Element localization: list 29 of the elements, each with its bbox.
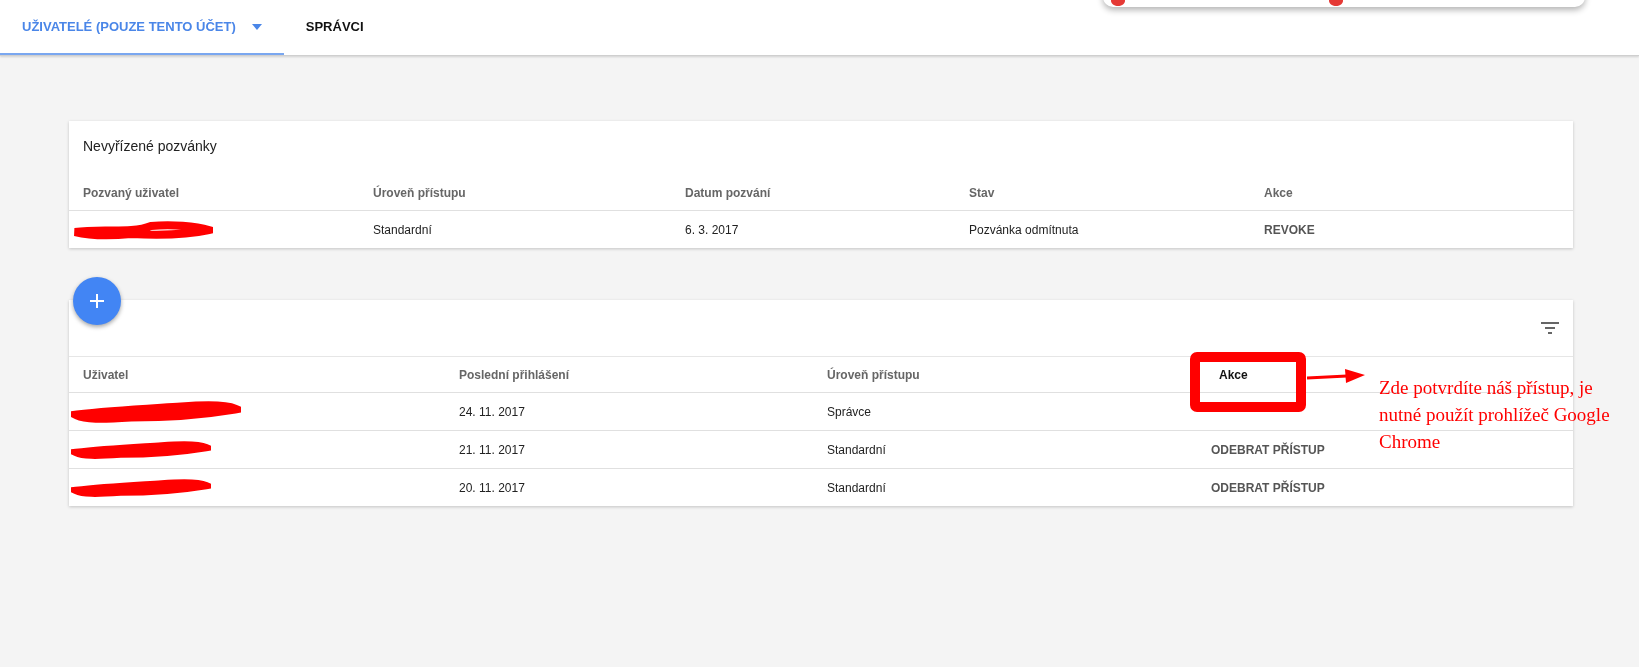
annotation-note: Zde potvrdíte náš přístup, je nutné použít prohlížeč Google Chrome bbox=[1379, 376, 1611, 454]
table-cell-text: Standardní bbox=[827, 442, 887, 457]
table-cell-text: 24. 11. 2017 bbox=[459, 404, 526, 419]
table-cell-text: Správce bbox=[827, 404, 873, 419]
remove-access-button[interactable]: ODEBRAT PŘÍSTUP bbox=[1211, 480, 1325, 495]
table-cell-text: Standardní bbox=[373, 222, 433, 237]
add-button[interactable] bbox=[73, 277, 121, 325]
table-cell-text: Pozvánka odmítnuta bbox=[969, 222, 1080, 237]
arrow bbox=[1307, 368, 1365, 384]
tab[interactable]: SPRÁVCI bbox=[283, 0, 386, 55]
column-header: Úroveň přístupu bbox=[827, 367, 921, 382]
table-cell-text: 20. 11. 2017 bbox=[459, 480, 526, 495]
table-cell-text: Standardní bbox=[827, 480, 887, 495]
table-cell-text: 21. 11. 2017 bbox=[459, 442, 526, 457]
tab[interactable]: UŽIVATELÉ (POUZE TENTO ÚČET) bbox=[0, 0, 284, 55]
column-header: Akce bbox=[1218, 367, 1248, 382]
column-header: Úroveň přístupu bbox=[373, 186, 467, 200]
filter-icon[interactable] bbox=[1541, 322, 1559, 334]
column-header: Poslední přihlášení bbox=[459, 367, 571, 382]
column-header: Akce bbox=[1264, 186, 1294, 200]
column-header: Stav bbox=[969, 186, 996, 200]
table-cell-text: 6. 3. 2017 bbox=[685, 222, 740, 237]
column-header: Pozvaný uživatel bbox=[83, 186, 181, 200]
column-header: Uživatel bbox=[83, 367, 130, 382]
column-header: Datum pozvání bbox=[685, 186, 772, 200]
revoke-button[interactable]: REVOKE bbox=[1264, 222, 1315, 237]
remove-access-button[interactable]: ODEBRAT PŘÍSTUP bbox=[1211, 442, 1325, 457]
plus-icon bbox=[89, 293, 105, 309]
card-title: Nevyřízené pozvánky bbox=[82, 137, 218, 156]
